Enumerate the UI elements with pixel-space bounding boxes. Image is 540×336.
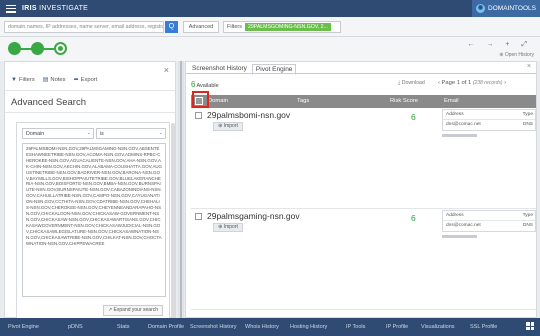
- scrollbar[interactable]: [442, 235, 477, 238]
- pager[interactable]: ‹ Page 1 of 1 (238 records) ›: [438, 80, 506, 86]
- step-node[interactable]: [31, 42, 44, 55]
- expand-search-button[interactable]: ↗ Expand your search: [103, 305, 163, 316]
- row-checkbox[interactable]: [195, 213, 202, 220]
- search-input[interactable]: domain names, IP addresses, name server,…: [4, 21, 164, 33]
- operator-select[interactable]: is ⌄: [96, 128, 166, 139]
- import-button[interactable]: ⊕ Import: [213, 223, 243, 232]
- advanced-button[interactable]: Advanced: [183, 21, 219, 33]
- tab-pdns[interactable]: pDNS: [68, 324, 83, 330]
- tab-notes[interactable]: ▤ Notes: [42, 76, 66, 84]
- tab-ip-tools[interactable]: IP Tools: [346, 324, 365, 330]
- tab-filters[interactable]: ▼ Filters: [11, 76, 35, 83]
- divider: [5, 112, 175, 113]
- tab-ssl-profile[interactable]: SSL Profile: [470, 324, 497, 330]
- panel-splitter[interactable]: [178, 61, 184, 318]
- tab-screenshot-history[interactable]: Screenshot History: [190, 324, 236, 330]
- right-panel: Screenshot History Pivot Engine × 6Avail…: [185, 61, 537, 318]
- divider: [5, 90, 175, 91]
- close-icon[interactable]: ×: [527, 63, 531, 70]
- domaintools-logo[interactable]: ◉ DOMAINTOOLS: [472, 0, 540, 17]
- import-button[interactable]: ⊕ Import: [213, 122, 243, 131]
- search-icon: Q: [168, 23, 175, 30]
- left-panel-tabs: ▼ Filters ▤ Notes ➦ Export: [11, 76, 98, 84]
- filters-label: Filters: [227, 24, 242, 30]
- funnel-icon: ▼: [11, 76, 17, 83]
- tab-whois-history[interactable]: Whois History: [245, 324, 279, 330]
- query-box: Domain ⌄ is ⌄ 29PALMSBOMI-NSN.GOV,29PALMSG…: [16, 122, 170, 319]
- scrollbar[interactable]: [171, 123, 175, 323]
- tab-domain-profile[interactable]: Domain Profile: [148, 324, 184, 330]
- column-header-domain[interactable]: Domain: [208, 98, 228, 104]
- column-header-tags[interactable]: Tags: [297, 98, 309, 104]
- notes-icon: ▤: [42, 77, 49, 83]
- bottom-tab-bar: Pivot Engine pDNS Stats Domain Profile S…: [0, 318, 540, 336]
- filters-bar[interactable]: Filters 29PALMSGOMING-NSN.GOV, 2...: [223, 21, 341, 33]
- tab-hosting-history[interactable]: Hosting History: [290, 324, 327, 330]
- panel-title: Advanced Search: [11, 97, 86, 108]
- domaintools-icon: ◉: [476, 4, 486, 13]
- close-icon[interactable]: ×: [164, 65, 169, 75]
- table-row[interactable]: 29palmsbomi-nsn.gov ⊕ Import 6 Address T…: [191, 109, 536, 209]
- email-subtable: Address Type dns@comac.net DNS: [442, 210, 536, 232]
- left-panel: × ▼ Filters ▤ Notes ➦ Export Advanced Searc…: [4, 61, 176, 323]
- top-bar: IRIS INVESTIGATE ◉ DOMAINTOOLS: [0, 0, 540, 17]
- column-header-risk-score[interactable]: Risk Score: [390, 98, 418, 104]
- email-link[interactable]: dns@comac.net: [446, 122, 481, 127]
- domain-link[interactable]: 29palmsbomi-nsn.gov: [207, 110, 290, 120]
- investigation-steps: ← → + ⤢ ⊕ Open History: [0, 37, 540, 61]
- result-count: 6Available: [191, 80, 219, 89]
- grid-icon[interactable]: [526, 322, 534, 330]
- export-icon: ➦: [73, 77, 79, 83]
- tab-export[interactable]: ➦ Export: [73, 76, 98, 84]
- domain-link[interactable]: 29palmsgaming-nsn.gov: [207, 211, 300, 221]
- email-link[interactable]: dns@comac.net: [446, 223, 481, 228]
- email-subtable: Address Type dns@comac.net DNS: [442, 109, 536, 131]
- open-history-link[interactable]: ⊕ Open History: [499, 52, 534, 58]
- column-header-email[interactable]: Email: [444, 98, 459, 104]
- scrollbar[interactable]: [442, 134, 477, 137]
- chevron-down-icon: ⌄: [86, 130, 91, 136]
- risk-score: 6: [411, 112, 416, 122]
- tab-pivot-engine[interactable]: Pivot Engine: [8, 324, 39, 330]
- app-brand: IRIS INVESTIGATE: [22, 5, 89, 12]
- highlight-box: [192, 91, 209, 108]
- history-nav-controls[interactable]: ← → + ⤢: [467, 41, 532, 49]
- current-step-node[interactable]: [54, 42, 67, 55]
- tab-stats[interactable]: Stats: [117, 324, 130, 330]
- search-toolbar: domain names, IP addresses, name server,…: [0, 17, 540, 37]
- tab-visualizations[interactable]: Visualizations: [421, 324, 455, 330]
- row-checkbox[interactable]: [195, 112, 202, 119]
- menu-icon[interactable]: [6, 4, 16, 13]
- download-button[interactable]: ⤓ Download: [398, 80, 425, 87]
- field-select[interactable]: Domain ⌄: [22, 128, 94, 139]
- table-row[interactable]: 29palmsgaming-nsn.gov ⊕ Import 6 Address…: [191, 210, 536, 310]
- filter-chip[interactable]: 29PALMSGOMING-NSN.GOV, 2...: [244, 23, 331, 31]
- query-textarea[interactable]: 29PALMSBOMI-NSN.GOV,29PALMSGAMING-NSN.GO…: [22, 143, 166, 297]
- chevron-down-icon: ⌄: [158, 130, 163, 136]
- table-header: Domain Tags Risk Score Email: [191, 95, 536, 108]
- tab-ip-profile[interactable]: IP Profile: [386, 324, 408, 330]
- risk-score: 6: [411, 213, 416, 223]
- search-button[interactable]: Q: [165, 21, 178, 33]
- divider: [186, 73, 536, 74]
- step-node[interactable]: [8, 42, 21, 55]
